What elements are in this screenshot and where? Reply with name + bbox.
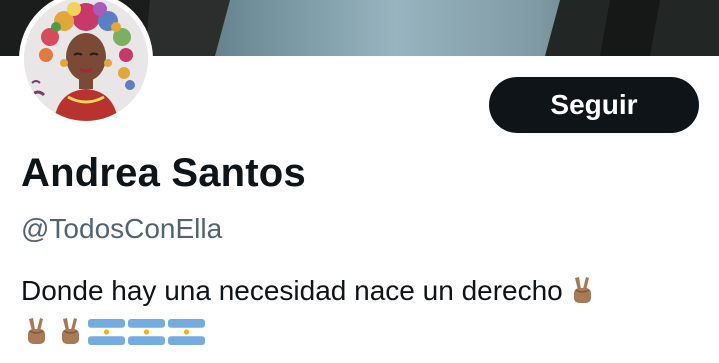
bio-text: Donde hay una necesidad nace un derecho — [21, 275, 563, 306]
bio-line-1: Donde hay una necesidad nace un derecho — [21, 270, 711, 311]
avatar[interactable] — [24, 0, 148, 121]
victory-hand-icon — [567, 274, 597, 306]
argentina-flag-icon — [88, 319, 125, 345]
display-name: Andrea Santos — [21, 151, 306, 195]
profile-header: Seguir Andrea Santos @TodosConElla Donde… — [0, 0, 719, 363]
argentina-flag-icon — [168, 319, 205, 345]
follow-button[interactable]: Seguir — [489, 77, 699, 133]
profile-bio: Donde hay una necesidad nace un derecho — [21, 270, 711, 352]
bio-line-2 — [21, 311, 711, 352]
argentina-flag-icon — [128, 319, 165, 345]
avatar-frame[interactable] — [19, 0, 153, 126]
victory-hand-icon — [21, 315, 51, 347]
victory-hand-icon — [55, 315, 85, 347]
user-handle: @TodosConElla — [21, 213, 223, 244]
